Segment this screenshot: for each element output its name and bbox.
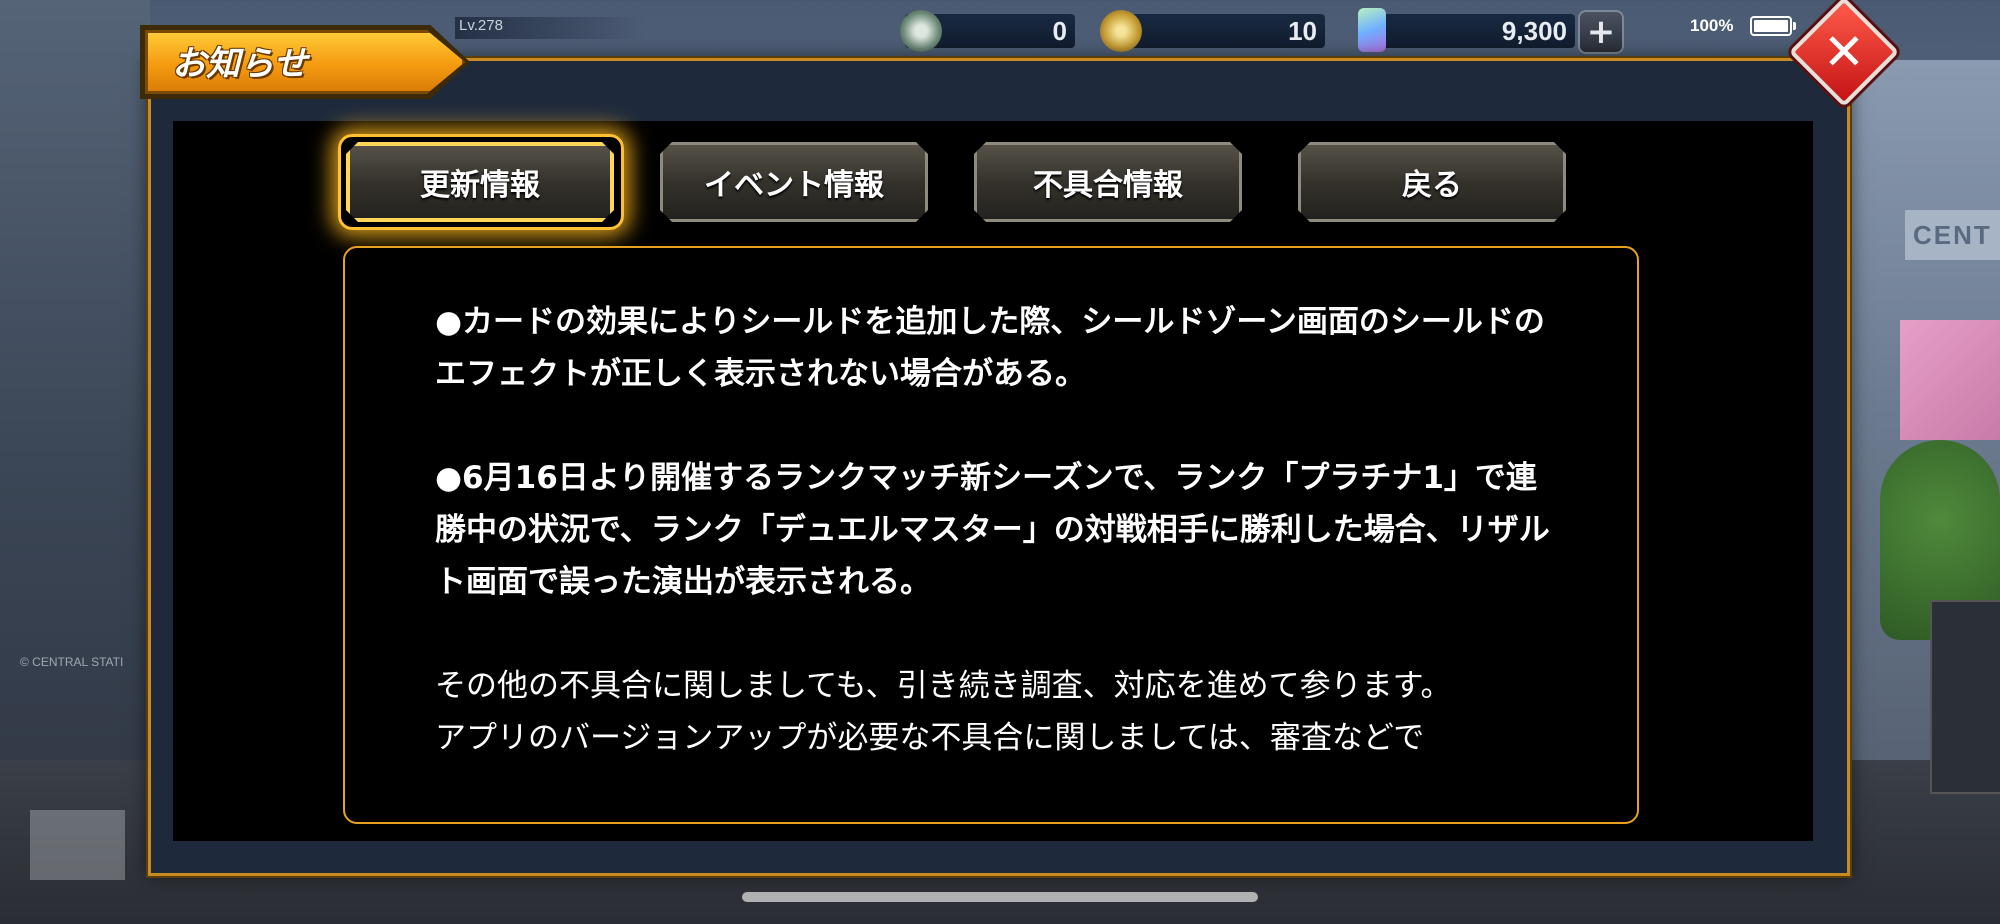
coin-icon <box>1100 10 1142 52</box>
battery-percentage: 100% <box>1690 16 1734 35</box>
background-station-sign: © CENTRAL STATI <box>20 655 124 669</box>
gem-counter: 9,300 <box>1360 14 1575 48</box>
tab-updates[interactable]: 更新情報 <box>346 142 614 222</box>
home-indicator[interactable] <box>742 892 1258 902</box>
notice-content-scroll[interactable]: ●カードの効果によりシールドを追加した際、シールドゾーン画面のシールドのエフェク… <box>343 246 1639 824</box>
coin-count: 10 <box>1288 15 1317 46</box>
tab-bugs[interactable]: 不具合情報 <box>974 142 1242 222</box>
add-gems-button[interactable]: + <box>1578 10 1624 54</box>
close-icon[interactable]: ✕ <box>1805 13 1883 91</box>
gem-icon <box>1358 8 1386 52</box>
dialog-title: お知らせ <box>172 44 308 84</box>
back-button[interactable]: 戻る <box>1298 142 1566 222</box>
ticket-icon <box>900 10 942 52</box>
background-box <box>30 810 125 880</box>
ticket-count: 0 <box>1052 15 1067 46</box>
background-poster <box>1900 320 2000 440</box>
tab-events[interactable]: イベント情報 <box>660 142 928 222</box>
notice-content: ●カードの効果によりシールドを追加した際、シールドゾーン画面のシールドのエフェク… <box>435 296 1565 764</box>
notice-paragraph: アプリのバージョンアップが必要な不具合に関しましては、審査などで <box>435 720 1425 756</box>
background-sign-post <box>1930 600 2000 794</box>
notice-paragraph: その他の不具合に関しましても、引き続き調査、対応を進めて参ります。 <box>435 668 1452 704</box>
player-level: Lv.278 <box>455 17 645 39</box>
gem-count: 9,300 <box>1501 15 1567 46</box>
notice-paragraph: ●6月16日より開催するランクマッチ新シーズンで、ランク「プラチナ1」で連勝中の… <box>435 460 1550 600</box>
battery-icon <box>1750 16 1796 36</box>
plus-icon: + <box>1586 12 1616 52</box>
notice-paragraph: ●カードの効果によりシールドを追加した際、シールドゾーン画面のシールドのエフェク… <box>435 304 1545 392</box>
coin-counter: 10 <box>1110 14 1325 48</box>
background-center-sign: CENT <box>1905 210 2000 260</box>
